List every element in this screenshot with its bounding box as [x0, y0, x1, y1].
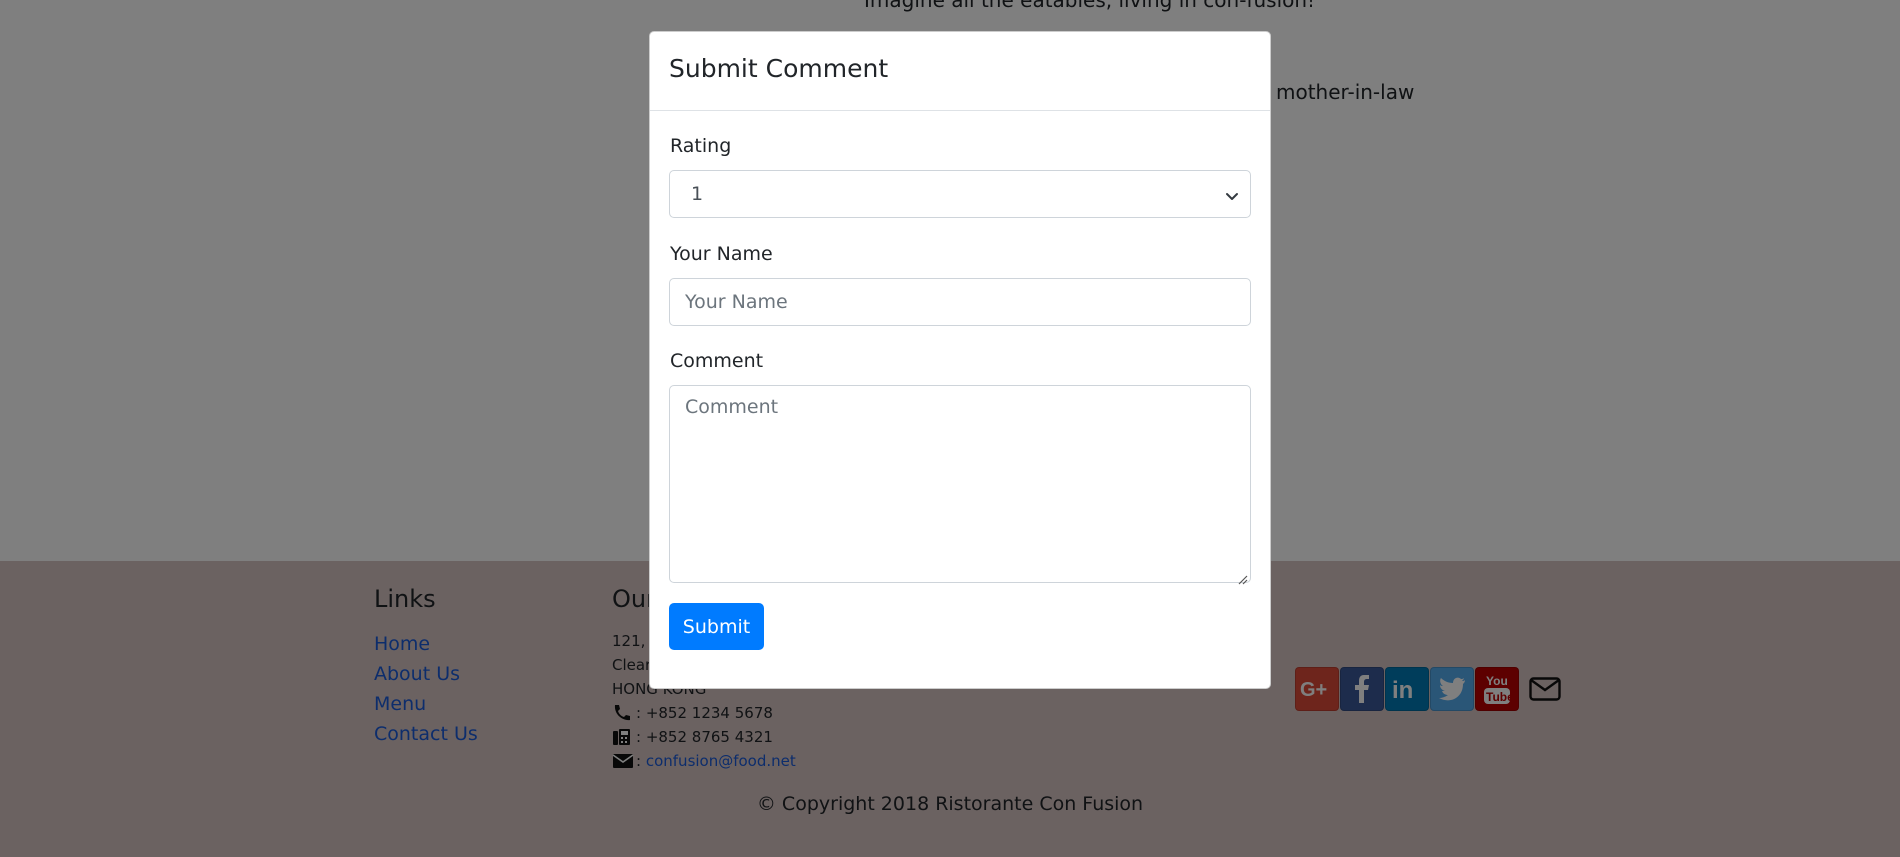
- rating-label: Rating: [670, 135, 732, 157]
- rating-selected-value: 1: [691, 183, 704, 205]
- chevron-down-icon: [1224, 187, 1240, 203]
- submit-comment-modal: Submit Comment Rating Your Name Comment …: [649, 31, 1271, 689]
- comment-textarea[interactable]: [669, 385, 1251, 583]
- name-input[interactable]: [669, 278, 1251, 326]
- name-label: Your Name: [670, 243, 773, 265]
- resize-grip-icon[interactable]: [1238, 570, 1248, 585]
- modal-title: Submit Comment: [669, 54, 889, 83]
- rating-select[interactable]: 1: [669, 170, 1251, 218]
- comment-label: Comment: [670, 350, 764, 372]
- submit-button[interactable]: Submit: [669, 603, 764, 650]
- modal-header: Submit Comment: [650, 32, 1270, 111]
